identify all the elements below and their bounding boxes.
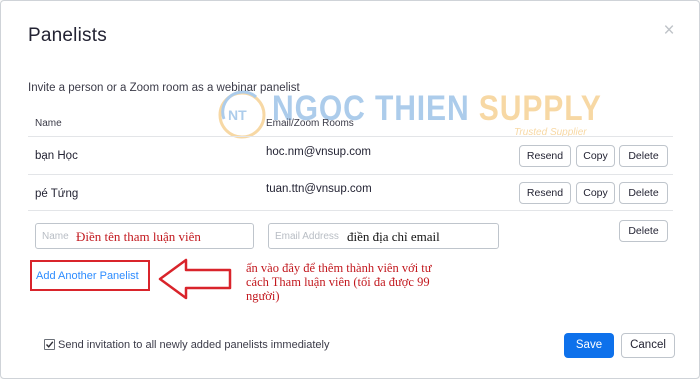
panelist-email: hoc.nm@vnsup.com <box>266 146 371 158</box>
close-icon[interactable]: × <box>661 21 677 40</box>
row-divider <box>28 174 673 175</box>
send-invitation-label: Send invitation to all newly added panel… <box>58 339 330 351</box>
name-annotation: Điền tên tham luận viên <box>76 229 201 244</box>
cancel-button[interactable]: Cancel <box>621 333 675 358</box>
send-invitation-checkbox[interactable] <box>44 339 55 350</box>
checkmark-icon <box>45 341 54 348</box>
annotation-note: ấn vào đây để thêm thành viên với tư các… <box>246 261 432 303</box>
watermark-logo-icon: NT <box>218 90 266 139</box>
copy-button[interactable]: Copy <box>576 145 615 167</box>
panelist-name: pé Tứng <box>35 188 79 200</box>
resend-button[interactable]: Resend <box>519 145 571 167</box>
email-annotation: điền địa chỉ email <box>347 229 440 244</box>
delete-button[interactable]: Delete <box>619 182 668 204</box>
email-placeholder: Email Address <box>275 231 339 242</box>
watermark: NT NGOC THIEN SUPPLY Trusted Supplier <box>216 87 616 147</box>
panelists-dialog: Panelists × NT NGOC THIEN SUPPLY Trusted… <box>0 0 700 379</box>
resend-button[interactable]: Resend <box>519 182 571 204</box>
left-arrow-icon <box>158 258 232 300</box>
dialog-subtitle: Invite a person or a Zoom room as a webi… <box>28 82 300 94</box>
delete-button[interactable]: Delete <box>619 145 668 167</box>
name-input[interactable]: Name Điền tên tham luận viên <box>35 223 254 249</box>
panelist-email: tuan.ttn@vnsup.com <box>266 183 372 195</box>
name-placeholder: Name <box>42 231 69 242</box>
copy-button[interactable]: Copy <box>576 182 615 204</box>
dialog-title: Panelists <box>28 25 107 46</box>
header-divider <box>28 136 673 137</box>
save-button[interactable]: Save <box>564 333 614 358</box>
watermark-logo-text: NT <box>228 107 247 123</box>
panelist-name: bạn Học <box>35 150 78 162</box>
row-divider <box>28 210 673 211</box>
delete-button[interactable]: Delete <box>619 220 668 242</box>
column-header-name: Name <box>35 118 62 129</box>
email-input[interactable]: Email Address điền địa chỉ email <box>268 223 499 249</box>
add-another-panelist-link[interactable]: Add Another Panelist <box>36 270 139 282</box>
column-header-email: Email/Zoom Rooms <box>266 118 354 129</box>
